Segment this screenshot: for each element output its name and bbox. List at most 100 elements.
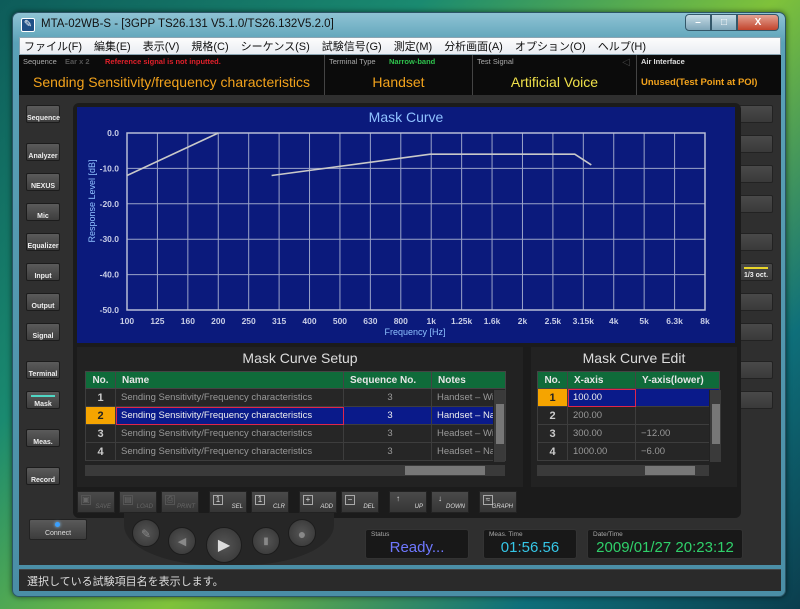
print-button[interactable]: ⎙ PRINT [161,491,199,513]
scroll-thumb[interactable] [645,466,695,475]
mic-button[interactable]: ✎ [132,519,160,547]
load-button[interactable]: ▤ LOAD [119,491,157,513]
save-button[interactable]: ▣ SAVE [77,491,115,513]
row-name[interactable]: Sending Sensitivity/Frequency characteri… [115,406,344,425]
table-row[interactable]: 3 Sending Sensitivity/Frequency characte… [85,424,506,443]
table-row-selected[interactable]: 1 100.00 [537,388,720,407]
nav-mask[interactable]: Mask [26,391,60,409]
edit-hscrollbar[interactable] [537,465,709,476]
menu-help[interactable]: ヘルプ(H) [598,38,646,54]
graph-button[interactable]: ≈ GRAPH [479,491,517,513]
setup-vscrollbar[interactable] [493,390,505,462]
menu-edit[interactable]: 編集(E) [94,38,131,54]
scroll-thumb[interactable] [405,466,485,475]
nav-meas[interactable]: Meas. [26,429,60,447]
col-y-axis-lower[interactable]: Y-axis(lower) [635,371,720,389]
nav-signal[interactable]: Signal [26,323,60,341]
edit-vscrollbar[interactable] [709,390,721,462]
row-name[interactable]: Sending Sensitivity/Frequency characteri… [115,424,344,443]
del-label: DEL [363,504,375,510]
table-row-selected[interactable]: 2 Sending Sensitivity/Frequency characte… [85,406,506,425]
clr-button[interactable]: 1 CLR [251,491,289,513]
nav-mic[interactable]: Mic [26,203,60,221]
right-nav-button[interactable] [739,165,773,183]
maximize-button[interactable]: □ [711,14,737,31]
right-nav-button[interactable] [739,361,773,379]
menu-analysis[interactable]: 分析画面(A) [444,38,503,54]
menu-standard[interactable]: 規格(C) [191,38,228,54]
test-signal-info[interactable]: Test Signal ◁ Artificial Voice [473,55,637,95]
right-nav-button[interactable] [739,391,773,409]
nav-nexus[interactable]: NEXUS [26,173,60,191]
x-tick-label: 100 [120,316,134,326]
record-button[interactable]: ● [288,519,316,547]
menu-measure[interactable]: 測定(M) [394,38,433,54]
del-button[interactable]: − DEL [341,491,379,513]
nav-analyzer[interactable]: Analyzer [26,143,60,161]
row-y[interactable] [635,406,720,425]
title-bar[interactable]: ✎ MTA-02WB-S - [3GPP TS26.131 V5.1.0/TS2… [13,13,785,37]
minimize-button[interactable]: – [685,14,711,31]
menu-test-signal[interactable]: 試験信号(G) [322,38,382,54]
right-nav-third-octave[interactable]: 1/3 oct. [739,263,773,281]
scroll-thumb[interactable] [712,404,720,444]
table-row[interactable]: 2 200.00 [537,406,720,425]
add-button[interactable]: + ADD [299,491,337,513]
right-nav-button[interactable] [739,195,773,213]
row-no: 3 [85,424,116,443]
col-notes[interactable]: Notes [431,371,506,389]
row-x[interactable]: 200.00 [567,406,636,425]
row-seq[interactable]: 3 [343,388,432,407]
menu-file[interactable]: ファイル(F) [24,38,82,54]
menu-options[interactable]: オプション(O) [515,38,586,54]
table-row[interactable]: 4 Sending Sensitivity/Frequency characte… [85,442,506,461]
play-button[interactable]: ▶ [206,527,242,563]
right-nav-button[interactable] [739,135,773,153]
close-button[interactable]: X [737,14,779,31]
air-interface-info[interactable]: Air Interface Unused(Test Point at POI) [637,55,781,95]
x-tick-label: 250 [242,316,256,326]
nav-terminal[interactable]: Terminal [26,361,60,379]
nav-equalizer[interactable]: Equalizer [26,233,60,251]
arrow-down-icon: ↓ [438,494,442,503]
col-name[interactable]: Name [115,371,344,389]
table-row[interactable]: 4 1000.00 −6.00 [537,442,720,461]
sel-button[interactable]: 1 SEL [209,491,247,513]
menu-view[interactable]: 表示(V) [143,38,180,54]
nav-record[interactable]: Record [26,467,60,485]
sequence-info[interactable]: Sequence Ear x 2 Reference signal is not… [19,55,325,95]
col-no[interactable]: No. [85,371,116,389]
right-nav-button[interactable] [739,105,773,123]
menu-sequence[interactable]: シーケンス(S) [241,38,310,54]
row-y[interactable]: −6.00 [635,442,720,461]
col-x-axis[interactable]: X-axis [567,371,636,389]
speaker-button[interactable]: ◀ [168,527,196,555]
nav-sequence[interactable]: Sequence [26,105,60,123]
row-x[interactable]: 1000.00 [567,442,636,461]
nav-input[interactable]: Input [26,263,60,281]
right-nav-button[interactable] [739,293,773,311]
connect-button[interactable]: Connect [29,519,87,540]
row-name[interactable]: Sending Sensitivity/Frequency characteri… [115,442,344,461]
row-x[interactable]: 100.00 [567,388,636,407]
row-seq[interactable]: 3 [343,424,432,443]
row-y[interactable] [635,388,720,407]
right-nav-button[interactable] [739,233,773,251]
row-x[interactable]: 300.00 [567,424,636,443]
row-seq[interactable]: 3 [343,442,432,461]
row-seq[interactable]: 3 [343,406,432,425]
nav-output[interactable]: Output [26,293,60,311]
col-no[interactable]: No. [537,371,568,389]
down-button[interactable]: ↓ DOWN [431,491,469,513]
pause-button[interactable]: ▮ [252,527,280,555]
col-sequence[interactable]: Sequence No. [343,371,432,389]
up-button[interactable]: ↑ UP [389,491,427,513]
setup-hscrollbar[interactable] [85,465,505,476]
table-row[interactable]: 3 300.00 −12.00 [537,424,720,443]
row-y[interactable]: −12.00 [635,424,720,443]
row-name[interactable]: Sending Sensitivity/Frequency characteri… [115,388,344,407]
terminal-info[interactable]: Terminal Type Narrow-band Handset [325,55,473,95]
right-nav-button[interactable] [739,323,773,341]
scroll-thumb[interactable] [496,404,504,444]
table-row[interactable]: 1 Sending Sensitivity/Frequency characte… [85,388,506,407]
